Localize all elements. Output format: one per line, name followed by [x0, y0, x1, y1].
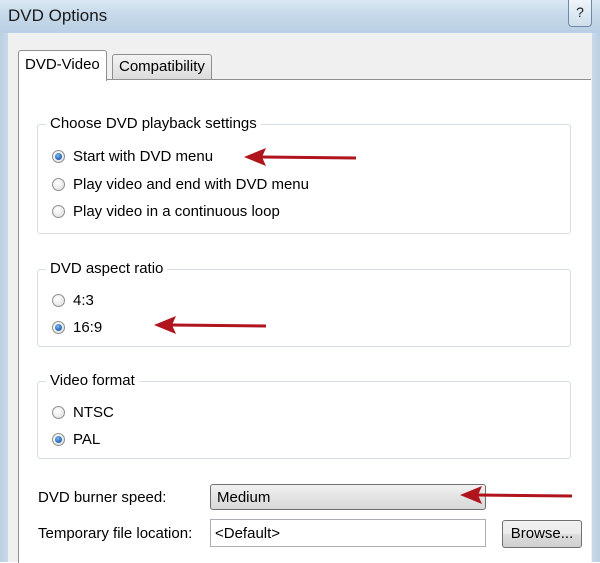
dialog-body: DVD-Video Compatibility Choose DVD playb… — [8, 33, 592, 563]
aspect-ratio-group: DVD aspect ratio 4:3 16:9 — [37, 260, 571, 347]
tab-dvd-video[interactable]: DVD-Video — [18, 50, 107, 81]
radio-selected-icon[interactable] — [52, 320, 65, 334]
playback-settings-group: Choose DVD playback settings Start with … — [37, 115, 571, 234]
browse-button[interactable]: Browse... — [502, 520, 582, 548]
annotation-arrow-icon — [154, 316, 267, 334]
burner-speed-label: DVD burner speed: — [38, 489, 167, 506]
radio-unselected-icon[interactable] — [52, 204, 65, 218]
window-frame-right — [592, 33, 600, 562]
radio-selected-icon[interactable] — [52, 432, 65, 446]
radio-aspect-4-3[interactable]: 4:3 — [52, 289, 94, 311]
option-label: Play video and end with DVD menu — [73, 175, 309, 193]
annotation-arrow-icon — [460, 486, 573, 504]
radio-unselected-icon[interactable] — [52, 177, 65, 191]
playback-settings-label: Choose DVD playback settings — [46, 115, 261, 132]
option-label: 16:9 — [73, 318, 103, 336]
option-label: NTSC — [73, 403, 114, 421]
help-button[interactable]: ? — [568, 0, 592, 27]
title-bar: DVD Options ? — [0, 0, 600, 33]
temp-location-input[interactable]: <Default> — [210, 519, 486, 547]
radio-unselected-icon[interactable] — [52, 405, 65, 419]
window-title: DVD Options — [8, 6, 108, 25]
radio-pal[interactable]: PAL — [52, 428, 100, 450]
radio-ntsc[interactable]: NTSC — [52, 401, 114, 423]
option-label: PAL — [73, 430, 101, 448]
video-format-label: Video format — [46, 372, 139, 389]
radio-selected-icon[interactable] — [52, 149, 65, 163]
radio-start-with-dvd-menu[interactable]: Start with DVD menu — [52, 145, 213, 167]
window-frame-left — [0, 33, 8, 562]
radio-play-and-end-with-menu[interactable]: Play video and end with DVD menu — [52, 173, 309, 195]
burner-speed-dropdown[interactable]: Medium — [210, 484, 486, 510]
tab-compatibility[interactable]: Compatibility — [112, 54, 212, 79]
option-label: 4:3 — [73, 291, 94, 309]
option-label: Start with DVD menu — [73, 147, 214, 165]
radio-continuous-loop[interactable]: Play video in a continuous loop — [52, 200, 280, 222]
radio-unselected-icon[interactable] — [52, 293, 65, 307]
temp-location-label: Temporary file location: — [38, 525, 193, 542]
option-label: Play video in a continuous loop — [73, 202, 280, 220]
radio-aspect-16-9[interactable]: 16:9 — [52, 316, 102, 338]
video-format-group: Video format NTSC PAL — [37, 372, 571, 459]
aspect-ratio-label: DVD aspect ratio — [46, 260, 168, 277]
annotation-arrow-icon — [244, 148, 357, 166]
